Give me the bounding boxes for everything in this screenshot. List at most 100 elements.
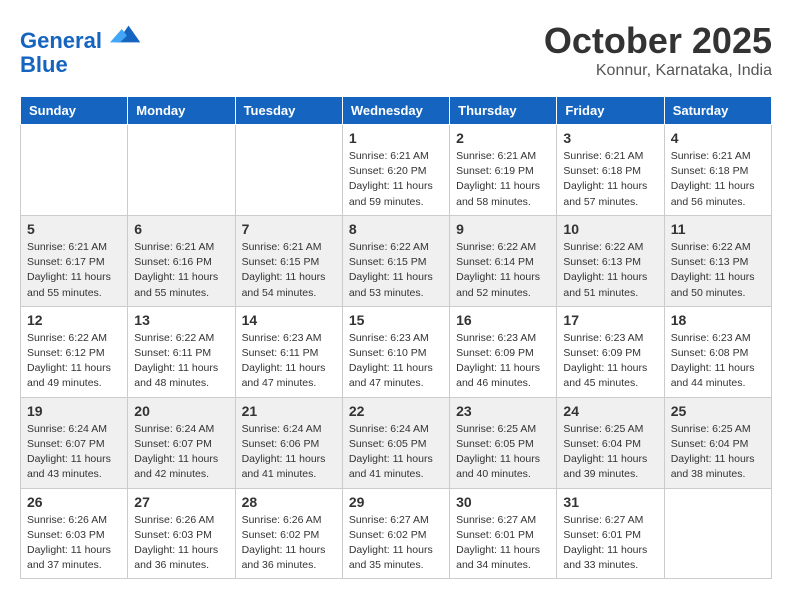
day-number: 27 bbox=[134, 494, 228, 510]
day-info: Sunrise: 6:22 AMSunset: 6:15 PMDaylight:… bbox=[349, 240, 443, 301]
day-number: 14 bbox=[242, 312, 336, 328]
day-number: 26 bbox=[27, 494, 121, 510]
calendar-cell: 31 Sunrise: 6:27 AMSunset: 6:01 PMDayligh… bbox=[557, 488, 664, 579]
day-info: Sunrise: 6:22 AMSunset: 6:12 PMDaylight:… bbox=[27, 331, 121, 392]
title-block: October 2025 Konnur, Karnataka, India bbox=[544, 20, 772, 80]
calendar-cell: 25Sunrise: 6:25 AMSunset: 6:04 PMDayligh… bbox=[664, 397, 771, 488]
day-info: Sunrise: 6:23 AMSunset: 6:11 PMDaylight:… bbox=[242, 331, 336, 392]
calendar-cell: 24Sunrise: 6:25 AMSunset: 6:04 PMDayligh… bbox=[557, 397, 664, 488]
calendar-cell: 17Sunrise: 6:23 AMSunset: 6:09 PMDayligh… bbox=[557, 306, 664, 397]
day-info: Sunrise: 6:21 AMSunset: 6:20 PMDaylight:… bbox=[349, 149, 443, 210]
calendar-cell bbox=[664, 488, 771, 579]
day-info: Sunrise: 6:23 AMSunset: 6:09 PMDaylight:… bbox=[563, 331, 657, 392]
calendar-table: SundayMondayTuesdayWednesdayThursdayFrid… bbox=[20, 96, 772, 579]
day-number: 7 bbox=[242, 221, 336, 237]
calendar-cell: 27Sunrise: 6:26 AMSunset: 6:03 PMDayligh… bbox=[128, 488, 235, 579]
calendar-cell: 9 Sunrise: 6:22 AMSunset: 6:14 PMDaylight… bbox=[450, 215, 557, 306]
calendar-cell: 22 Sunrise: 6:24 AMSunset: 6:05 PMDayligh… bbox=[342, 397, 449, 488]
logo: General Blue bbox=[20, 20, 142, 77]
day-info: Sunrise: 6:24 AMSunset: 6:07 PMDaylight:… bbox=[27, 422, 121, 483]
calendar-cell: 28 Sunrise: 6:26 AMSunset: 6:02 PMDayligh… bbox=[235, 488, 342, 579]
calendar-cell: 14 Sunrise: 6:23 AMSunset: 6:11 PMDayligh… bbox=[235, 306, 342, 397]
calendar-cell bbox=[21, 125, 128, 216]
calendar-cell: 23 Sunrise: 6:25 AMSunset: 6:05 PMDayligh… bbox=[450, 397, 557, 488]
day-number: 6 bbox=[134, 221, 228, 237]
week-row-1: 1 Sunrise: 6:21 AMSunset: 6:20 PMDaylight… bbox=[21, 125, 772, 216]
day-info: Sunrise: 6:22 AMSunset: 6:14 PMDaylight:… bbox=[456, 240, 550, 301]
day-number: 15 bbox=[349, 312, 443, 328]
calendar-cell: 6 Sunrise: 6:21 AMSunset: 6:16 PMDaylight… bbox=[128, 215, 235, 306]
weekday-header-saturday: Saturday bbox=[664, 97, 771, 125]
day-number: 12 bbox=[27, 312, 121, 328]
day-number: 22 bbox=[349, 403, 443, 419]
day-info: Sunrise: 6:26 AMSunset: 6:03 PMDaylight:… bbox=[27, 513, 121, 574]
calendar-cell: 10 Sunrise: 6:22 AMSunset: 6:13 PMDayligh… bbox=[557, 215, 664, 306]
week-row-2: 5Sunrise: 6:21 AMSunset: 6:17 PMDaylight… bbox=[21, 215, 772, 306]
day-number: 1 bbox=[349, 130, 443, 146]
calendar-cell: 30Sunrise: 6:27 AMSunset: 6:01 PMDayligh… bbox=[450, 488, 557, 579]
calendar-cell: 15Sunrise: 6:23 AMSunset: 6:10 PMDayligh… bbox=[342, 306, 449, 397]
day-info: Sunrise: 6:21 AMSunset: 6:18 PMDaylight:… bbox=[563, 149, 657, 210]
day-info: Sunrise: 6:21 AMSunset: 6:17 PMDaylight:… bbox=[27, 240, 121, 301]
calendar-cell: 5Sunrise: 6:21 AMSunset: 6:17 PMDaylight… bbox=[21, 215, 128, 306]
calendar-cell: 16 Sunrise: 6:23 AMSunset: 6:09 PMDayligh… bbox=[450, 306, 557, 397]
day-info: Sunrise: 6:27 AMSunset: 6:01 PMDaylight:… bbox=[456, 513, 550, 574]
day-info: Sunrise: 6:27 AMSunset: 6:01 PMDaylight:… bbox=[563, 513, 657, 574]
logo-blue: Blue bbox=[20, 52, 68, 77]
weekday-header-thursday: Thursday bbox=[450, 97, 557, 125]
day-info: Sunrise: 6:24 AMSunset: 6:07 PMDaylight:… bbox=[134, 422, 228, 483]
week-row-5: 26 Sunrise: 6:26 AMSunset: 6:03 PMDayligh… bbox=[21, 488, 772, 579]
day-info: Sunrise: 6:24 AMSunset: 6:05 PMDaylight:… bbox=[349, 422, 443, 483]
day-info: Sunrise: 6:23 AMSunset: 6:08 PMDaylight:… bbox=[671, 331, 765, 392]
week-row-4: 19 Sunrise: 6:24 AMSunset: 6:07 PMDayligh… bbox=[21, 397, 772, 488]
day-number: 24 bbox=[563, 403, 657, 419]
weekday-header-sunday: Sunday bbox=[21, 97, 128, 125]
day-number: 4 bbox=[671, 130, 765, 146]
day-info: Sunrise: 6:26 AMSunset: 6:02 PMDaylight:… bbox=[242, 513, 336, 574]
day-number: 18 bbox=[671, 312, 765, 328]
day-number: 16 bbox=[456, 312, 550, 328]
weekday-header-wednesday: Wednesday bbox=[342, 97, 449, 125]
day-number: 2 bbox=[456, 130, 550, 146]
day-number: 21 bbox=[242, 403, 336, 419]
calendar-cell: 19 Sunrise: 6:24 AMSunset: 6:07 PMDayligh… bbox=[21, 397, 128, 488]
calendar-cell: 8 Sunrise: 6:22 AMSunset: 6:15 PMDaylight… bbox=[342, 215, 449, 306]
day-number: 28 bbox=[242, 494, 336, 510]
day-number: 9 bbox=[456, 221, 550, 237]
calendar-cell: 12 Sunrise: 6:22 AMSunset: 6:12 PMDayligh… bbox=[21, 306, 128, 397]
calendar-cell bbox=[235, 125, 342, 216]
day-number: 31 bbox=[563, 494, 657, 510]
logo-general: General bbox=[20, 28, 102, 53]
day-number: 8 bbox=[349, 221, 443, 237]
page-header: General Blue October 2025 Konnur, Karnat… bbox=[20, 20, 772, 80]
weekday-header-row: SundayMondayTuesdayWednesdayThursdayFrid… bbox=[21, 97, 772, 125]
day-info: Sunrise: 6:21 AMSunset: 6:16 PMDaylight:… bbox=[134, 240, 228, 301]
calendar-cell: 3Sunrise: 6:21 AMSunset: 6:18 PMDaylight… bbox=[557, 125, 664, 216]
location: Konnur, Karnataka, India bbox=[544, 62, 772, 80]
calendar-cell bbox=[128, 125, 235, 216]
calendar-cell: 7 Sunrise: 6:21 AMSunset: 6:15 PMDaylight… bbox=[235, 215, 342, 306]
calendar-cell: 1 Sunrise: 6:21 AMSunset: 6:20 PMDaylight… bbox=[342, 125, 449, 216]
day-info: Sunrise: 6:21 AMSunset: 6:15 PMDaylight:… bbox=[242, 240, 336, 301]
day-number: 10 bbox=[563, 221, 657, 237]
calendar-cell: 18 Sunrise: 6:23 AMSunset: 6:08 PMDayligh… bbox=[664, 306, 771, 397]
calendar-cell: 29Sunrise: 6:27 AMSunset: 6:02 PMDayligh… bbox=[342, 488, 449, 579]
day-info: Sunrise: 6:25 AMSunset: 6:04 PMDaylight:… bbox=[671, 422, 765, 483]
weekday-header-tuesday: Tuesday bbox=[235, 97, 342, 125]
day-number: 23 bbox=[456, 403, 550, 419]
weekday-header-friday: Friday bbox=[557, 97, 664, 125]
day-info: Sunrise: 6:25 AMSunset: 6:05 PMDaylight:… bbox=[456, 422, 550, 483]
day-number: 13 bbox=[134, 312, 228, 328]
day-number: 11 bbox=[671, 221, 765, 237]
day-number: 19 bbox=[27, 403, 121, 419]
calendar-cell: 4 Sunrise: 6:21 AMSunset: 6:18 PMDaylight… bbox=[664, 125, 771, 216]
day-info: Sunrise: 6:22 AMSunset: 6:13 PMDaylight:… bbox=[563, 240, 657, 301]
month-title: October 2025 bbox=[544, 20, 772, 62]
calendar-cell: 11Sunrise: 6:22 AMSunset: 6:13 PMDayligh… bbox=[664, 215, 771, 306]
weekday-header-monday: Monday bbox=[128, 97, 235, 125]
day-info: Sunrise: 6:27 AMSunset: 6:02 PMDaylight:… bbox=[349, 513, 443, 574]
day-info: Sunrise: 6:23 AMSunset: 6:09 PMDaylight:… bbox=[456, 331, 550, 392]
day-info: Sunrise: 6:21 AMSunset: 6:18 PMDaylight:… bbox=[671, 149, 765, 210]
day-info: Sunrise: 6:21 AMSunset: 6:19 PMDaylight:… bbox=[456, 149, 550, 210]
calendar-cell: 21Sunrise: 6:24 AMSunset: 6:06 PMDayligh… bbox=[235, 397, 342, 488]
